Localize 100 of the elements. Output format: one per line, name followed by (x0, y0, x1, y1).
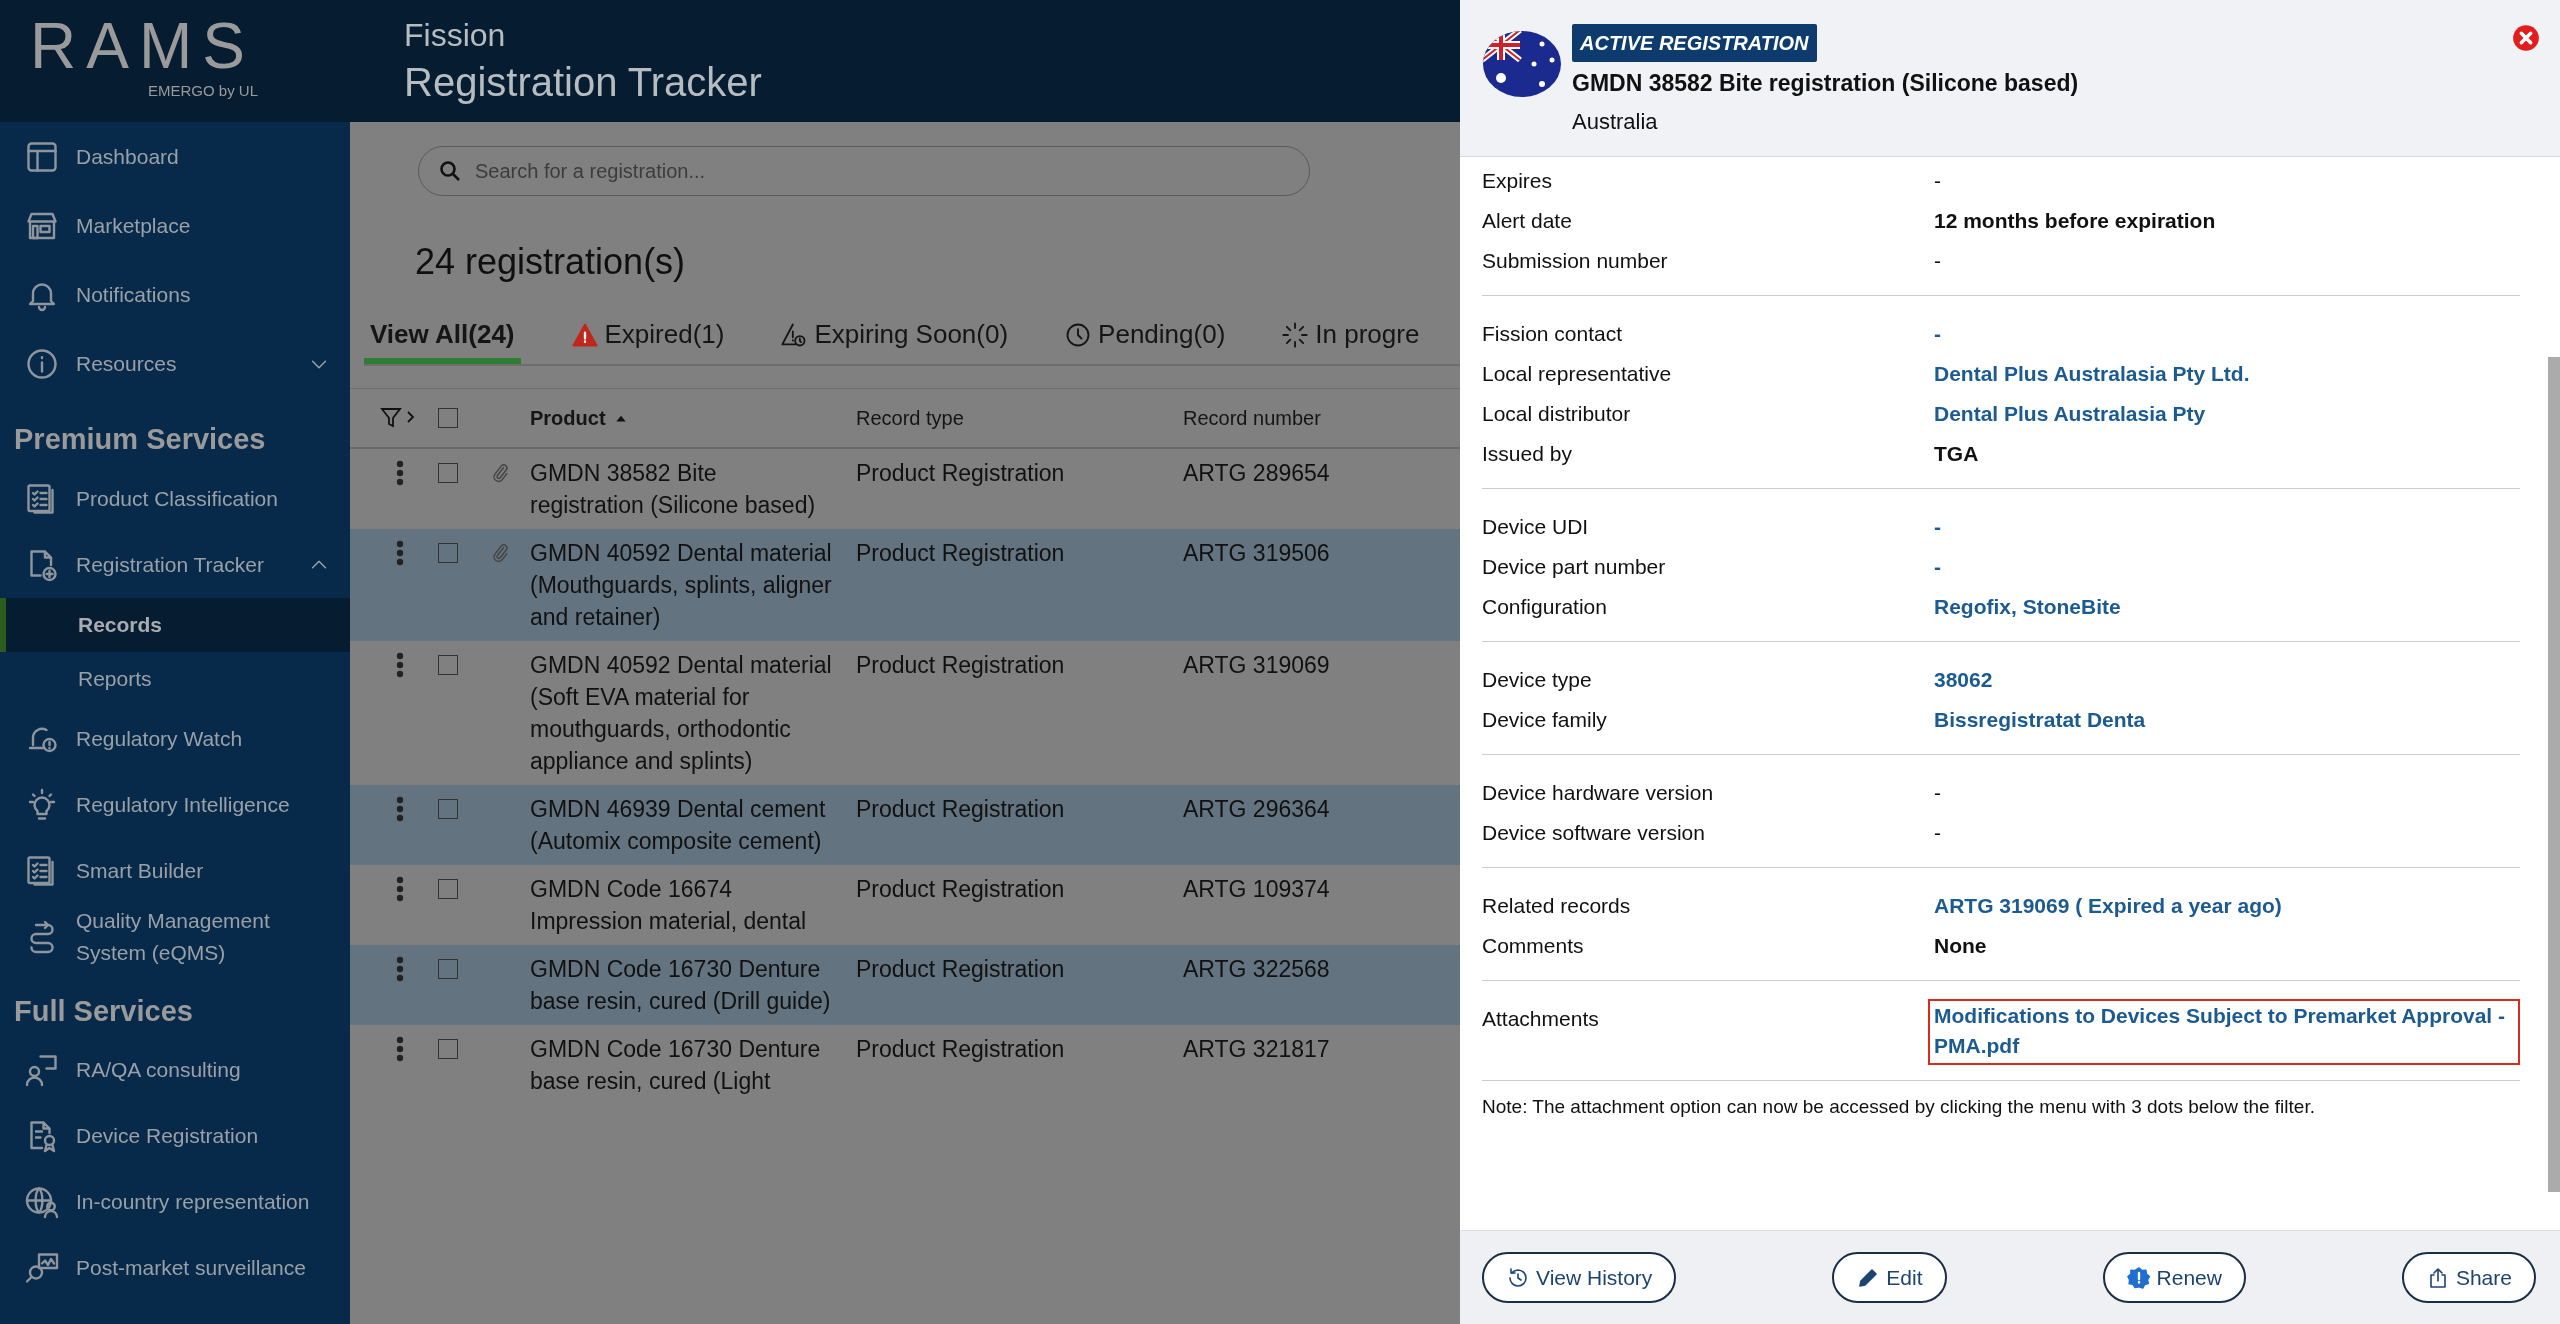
scrollbar-thumb[interactable] (2548, 357, 2560, 1192)
field-label: Expires (1482, 168, 1554, 194)
kebab-menu-icon[interactable] (396, 460, 404, 486)
value-link[interactable]: Dental Plus Australasia Pty (1934, 402, 2206, 425)
table-cell-text: GMDN Code 16730 Denture base resin, cured (Light (530, 1035, 822, 1096)
note-text: Note: The attachment option can now be accessed by clicking the menu with 3 dots below the filter. (1482, 1095, 2316, 1119)
action-button[interactable]: View History (1482, 1251, 1677, 1304)
checkbox[interactable] (438, 408, 458, 428)
value-link[interactable]: Dental Plus Australasia Pty Ltd. (1934, 362, 2250, 385)
kebab-menu-icon[interactable] (396, 1036, 404, 1062)
spinner-icon (1281, 320, 1310, 349)
checkbox[interactable] (438, 879, 458, 899)
sidebar-item[interactable]: Quality Management System (eQMS) (0, 903, 350, 970)
table-cell-text: GMDN Code 16674 Impression material, dental (530, 875, 808, 936)
field-label: Device hardware version (1482, 780, 1715, 806)
search-icon (438, 159, 462, 183)
sidebar-item[interactable]: Product Classification (0, 465, 350, 532)
field-label: Attachments (1482, 1006, 1600, 1032)
field-label: Issued by (1482, 441, 1573, 467)
sidebar-item[interactable]: Regulatory Watch (0, 705, 350, 772)
country-name: Australia (1572, 107, 1659, 136)
table-cell-text: ARTG 109374 (1183, 875, 1331, 904)
kebab-menu-icon[interactable] (396, 652, 404, 678)
checkbox[interactable] (438, 655, 458, 675)
sidebar-subitem[interactable]: Records (0, 597, 350, 652)
field-label: Device part number (1482, 554, 1667, 580)
tab[interactable]: Expiring Soon(0) (774, 314, 1015, 364)
kebab-menu-icon[interactable] (396, 796, 404, 822)
table-cell-text: Product Registration (856, 459, 1066, 488)
sidebar-item[interactable]: Device Registration (0, 1103, 350, 1169)
table-cell-text: ARTG 321817 (1183, 1035, 1331, 1064)
sidebar-item[interactable]: Dashboard (0, 122, 350, 191)
value-link[interactable]: ARTG 319069 ( Expired a year ago) (1934, 894, 2282, 917)
column-header[interactable]: Record number (1183, 403, 1321, 433)
sidebar-subitem[interactable]: Reports (0, 651, 350, 706)
table-cell-text: Product Registration (856, 875, 1066, 904)
section-heading: Premium Services (13, 422, 267, 457)
close-icon[interactable] (2512, 24, 2540, 52)
checkbox[interactable] (438, 543, 458, 563)
tab[interactable]: Pending(0) (1058, 314, 1232, 364)
value-link[interactable]: Modifications to Devices Subject to Premarket Approval - PMA.pdf (1928, 999, 2520, 1065)
column-header[interactable]: Record type (856, 403, 964, 433)
logo: RAMS (30, 14, 256, 78)
badge-alert-icon (2126, 1265, 2151, 1290)
action-button[interactable]: Renew (2102, 1251, 2246, 1304)
sidebar-item[interactable]: Notifications (0, 260, 350, 329)
value-link[interactable]: - (1934, 555, 1941, 578)
sidebar-item[interactable]: Marketplace (0, 191, 350, 260)
kebab-menu-icon[interactable] (396, 876, 404, 902)
checkbox[interactable] (438, 959, 458, 979)
search-field[interactable]: Search for a registration... (418, 146, 1310, 196)
status-badge: ACTIVE REGISTRATION (1572, 24, 1817, 62)
field-value: - (1934, 821, 1941, 844)
tab[interactable]: In progre (1275, 314, 1426, 364)
sidebar-item[interactable]: Regulatory Intelligence (0, 771, 350, 838)
value-link[interactable]: - (1934, 322, 1941, 345)
globe-person-icon (24, 1184, 60, 1220)
action-button[interactable]: Edit (1832, 1251, 1947, 1304)
sidebar-item[interactable]: In-country representation (0, 1169, 350, 1235)
checkbox[interactable] (438, 463, 458, 483)
table-cell-text: Product Registration (856, 539, 1066, 568)
logo-subtitle: EMERGO by UL (148, 81, 260, 101)
table-cell-text: ARTG 296364 (1183, 795, 1331, 824)
registration-count: 24 registration(s) (415, 240, 687, 284)
tab[interactable]: Expired(1) (564, 314, 731, 364)
sidebar-item[interactable]: Smart Builder (0, 837, 350, 904)
field-label: Related records (1482, 893, 1632, 919)
column-header[interactable]: Product (530, 403, 606, 433)
sidebar-item[interactable]: Resources (0, 329, 350, 398)
checkbox[interactable] (438, 799, 458, 819)
field-label: Device family (1482, 707, 1608, 733)
kebab-menu-icon[interactable] (396, 540, 404, 566)
record-title: GMDN 38582 Bite registration (Silicone based) (1572, 69, 2079, 98)
sidebar-item[interactable]: Registration Tracker (0, 531, 350, 598)
organization-name: Fission (404, 16, 507, 55)
value-link[interactable]: 38062 (1934, 668, 1993, 691)
page-title: Registration Tracker (404, 59, 763, 106)
field-label: Comments (1482, 933, 1585, 959)
value-link[interactable]: - (1934, 515, 1941, 538)
table-cell-text: Product Registration (856, 651, 1066, 680)
section-heading: Full Services (13, 993, 194, 1029)
kebab-menu-icon[interactable] (396, 956, 404, 982)
value-link[interactable]: Bissregistratat Denta (1934, 708, 2146, 731)
consultant-icon (24, 1052, 60, 1088)
checkbox[interactable] (438, 1039, 458, 1059)
table-cell-text: ARTG 322568 (1183, 955, 1331, 984)
value-link[interactable]: Regofix, StoneBite (1934, 595, 2121, 618)
action-button[interactable]: Share (2401, 1251, 2536, 1304)
field-label: Device UDI (1482, 514, 1590, 540)
field-label: Device software version (1482, 820, 1706, 846)
tab[interactable]: View All(24) (364, 314, 521, 364)
table-cell-text: GMDN 46939 Dental cement (Automix composite cement) (530, 795, 827, 856)
table-cell-text: GMDN 38582 Bite registration (Silicone based) (530, 459, 817, 520)
sidebar-item[interactable]: RA/QA consulting (0, 1037, 350, 1103)
sidebar-item[interactable]: Post-market surveillance (0, 1235, 350, 1301)
field-value: None (1934, 934, 1987, 957)
table-cell-text: Product Registration (856, 1035, 1066, 1064)
history-icon (1506, 1265, 1530, 1290)
field-label: Local distributor (1482, 401, 1632, 427)
table-cell-text: Product Registration (856, 795, 1066, 824)
